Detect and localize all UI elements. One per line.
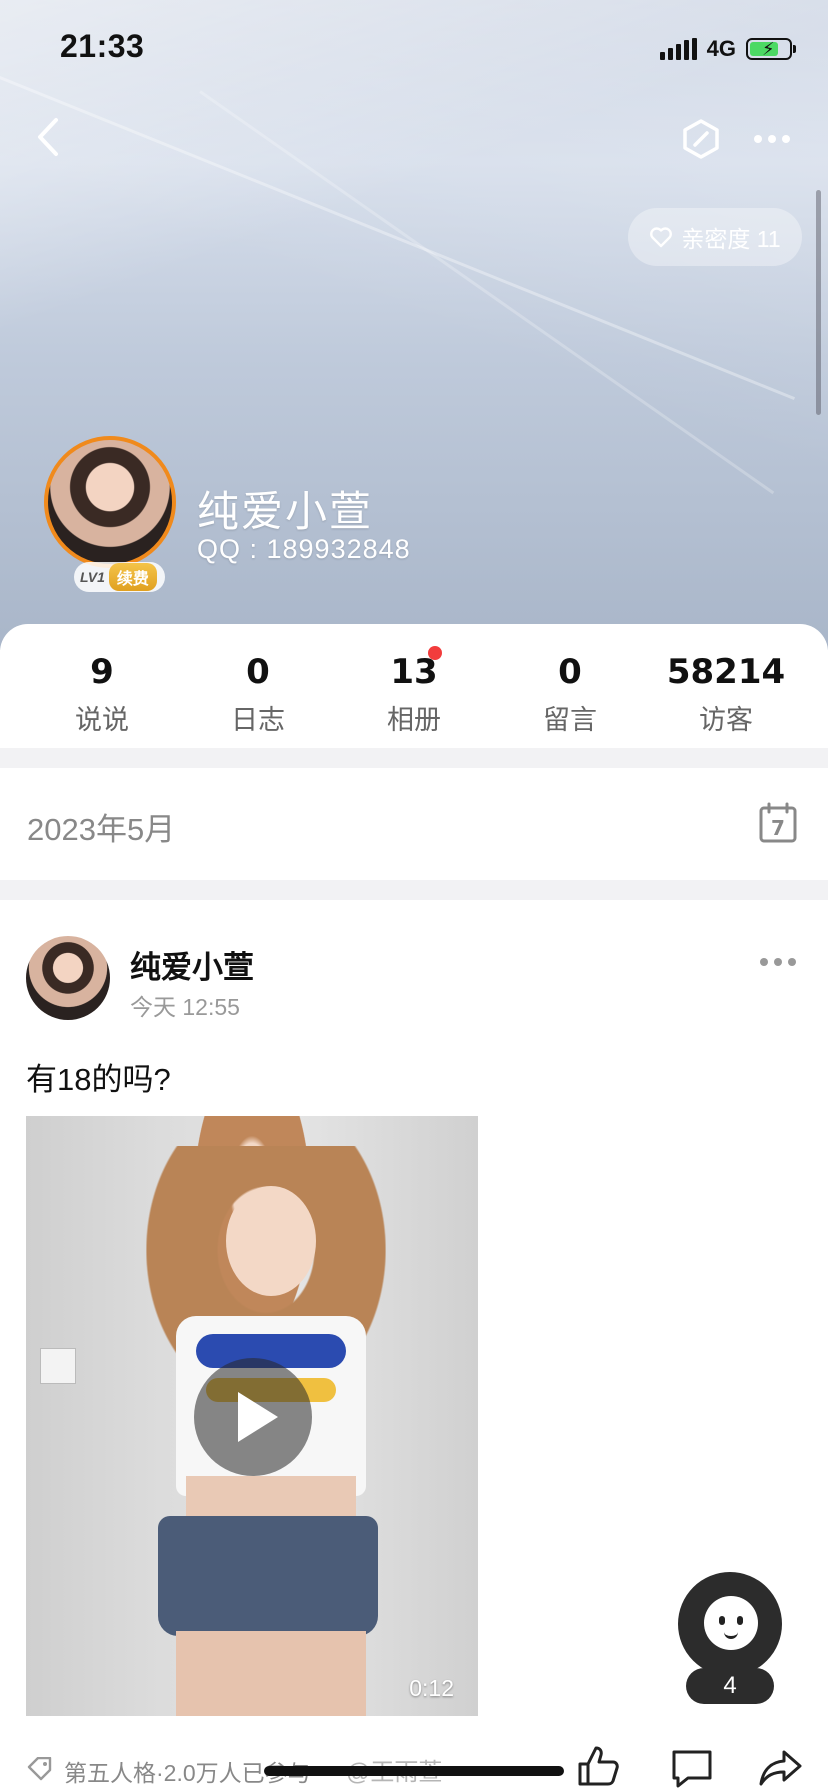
stat-blog[interactable]: 0 日志 [188,652,328,737]
thumbs-up-icon[interactable] [576,1744,620,1788]
intimacy-button[interactable]: 亲密度 11 [628,208,802,266]
post-video[interactable]: 0:12 [26,1116,478,1716]
stat-label: 访客 [699,705,753,735]
stat-label: 日志 [231,705,285,735]
profile-name: 纯爱小萱 [197,488,374,535]
stat-label: 说说 [75,705,129,735]
profile-avatar[interactable] [44,436,176,568]
post-author-name[interactable]: 纯爱小萱 [130,942,254,987]
stat-count: 58214 [666,652,786,692]
share-icon[interactable] [758,1748,802,1788]
intimacy-label: 亲密度 11 [681,226,781,252]
stat-count: 0 [558,652,582,692]
stat-count: 0 [246,652,270,692]
network-type: 4G [706,36,736,61]
chevron-left-icon[interactable] [28,112,68,162]
video-figure-face [226,1186,316,1296]
post-author-avatar[interactable] [26,936,110,1020]
more-dots-icon[interactable] [752,126,792,152]
home-indicator[interactable] [264,1766,564,1776]
stat-shuoshuo[interactable]: 9 说说 [32,652,172,737]
smiley-icon [704,1596,758,1650]
status-icons: 4G ⚡ [659,36,796,62]
video-wall-socket [40,1348,76,1384]
stat-count: 13 [390,652,438,692]
level-label: LV1 [80,569,105,585]
status-time: 21:33 [60,28,145,64]
section-divider [0,748,828,768]
stat-count: 9 [90,652,114,692]
calendar-day: 7 [771,816,785,840]
stat-album[interactable]: 13 相册 [344,652,484,737]
stat-messages[interactable]: 0 留言 [500,652,640,737]
play-icon[interactable] [194,1358,312,1476]
stat-visitors[interactable]: 58214 访客 [656,652,796,737]
timeline-month: 2023年5月 [27,812,176,847]
post-timestamp: 今天 12:55 [130,994,240,1020]
floating-assistant-button[interactable] [678,1572,782,1676]
video-figure-shorts [158,1516,378,1636]
comment-icon[interactable] [670,1748,714,1788]
video-figure-legs [176,1631,366,1716]
scrollbar[interactable] [816,190,821,415]
profile-qq-number: QQ : 189932848 [197,534,411,564]
stat-label: 留言 [543,705,597,735]
calendar-icon[interactable]: 7 [758,802,798,844]
section-divider [0,880,828,900]
stats-bar: 9 说说 0 日志 13 相册 0 留言 58214 访客 [0,624,828,748]
floating-count-badge: 4 [686,1668,774,1704]
battery-icon: ⚡ [746,38,796,60]
more-dots-icon[interactable] [758,952,798,972]
signal-icon [659,38,697,60]
heart-outline-icon [650,227,673,248]
hexagon-icon[interactable] [680,118,722,160]
renew-label: 续费 [108,563,157,591]
post-text: 有18的吗? [26,1062,171,1097]
stat-label: 相册 [387,705,441,735]
video-duration: 0:12 [409,1675,454,1701]
notification-dot [428,646,442,660]
tag-icon [27,1757,52,1781]
vip-badge[interactable]: LV1 续费 [74,562,165,592]
